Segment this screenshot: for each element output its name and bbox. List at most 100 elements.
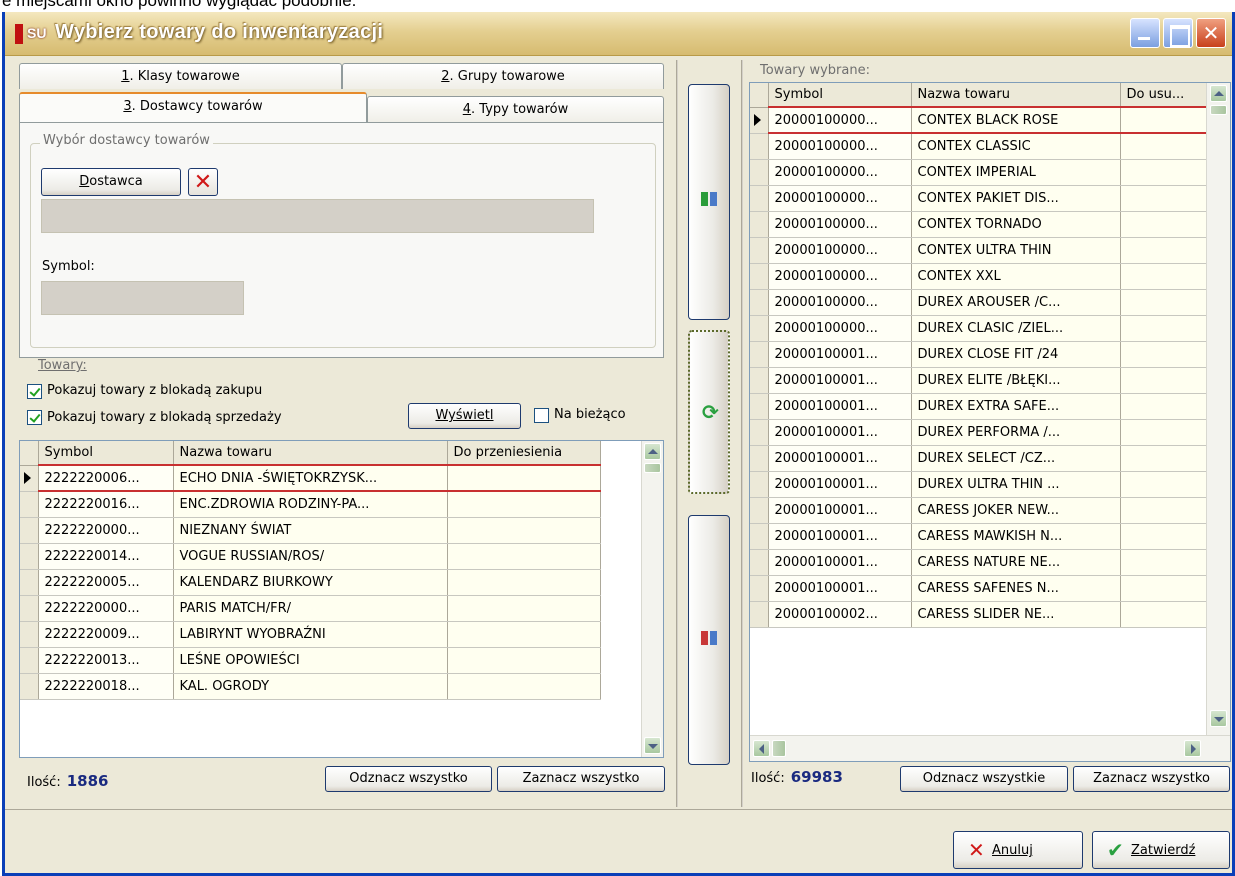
scroll-thumb[interactable] (772, 740, 786, 757)
products-grid[interactable]: Symbol Nazwa towaru Do przeniesienia 222… (19, 440, 664, 758)
scroll-left-icon[interactable] (753, 740, 770, 757)
table-row[interactable]: 20000100001... CARESS MAWKISH N... (750, 523, 1207, 550)
table-row[interactable]: 2222220005... KALENDARZ BIURKOWY (20, 569, 601, 596)
table-row[interactable]: 20000100001... DUREX SELECT /CZ... (750, 445, 1207, 472)
scroll-up-icon[interactable] (1210, 85, 1227, 102)
show-sale-locked-checkbox[interactable] (27, 410, 42, 425)
scroll-right-icon[interactable] (1184, 740, 1201, 757)
show-purchase-locked-label: Pokazuj towary z blokadą zakupu (47, 383, 263, 398)
cancel-button[interactable]: ✕ Anuluj (953, 831, 1083, 869)
row-indicator-header (20, 441, 39, 466)
table-row[interactable]: 20000100000... CONTEX TORNADO (750, 211, 1207, 238)
selected-vertical-scrollbar[interactable] (1206, 83, 1230, 735)
products-count-value: 1886 (66, 772, 109, 790)
close-button[interactable]: ✕ (1196, 18, 1226, 48)
left-divider (676, 60, 678, 807)
column-header-symbol[interactable]: Symbol (38, 441, 174, 466)
x-icon: ✕ (193, 170, 213, 195)
scroll-thumb[interactable] (644, 463, 661, 473)
selected-horizontal-scrollbar[interactable] (750, 735, 1230, 761)
window-title: Wybierz towary do inwentaryzacji (55, 21, 384, 43)
products-vertical-scrollbar[interactable] (641, 441, 663, 757)
check-icon: ✔ (1107, 838, 1124, 862)
table-row[interactable]: 20000100001... CARESS JOKER NEW... (750, 497, 1207, 524)
table-row[interactable]: 2222220009... LABIRYNT WYOBRAŹNI (20, 621, 601, 648)
swap-button[interactable]: ⟳ (688, 330, 730, 494)
scroll-down-icon[interactable] (644, 737, 661, 754)
tab-product-groups[interactable]: 2. Grupy towarowe (342, 63, 664, 89)
symbol-label: Symbol: (42, 259, 95, 274)
supplier-button[interactable]: Dostawca (41, 168, 181, 196)
move-right-icon (701, 191, 717, 207)
live-update-checkbox[interactable] (534, 408, 549, 423)
tab-product-types[interactable]: 4. Typy towarów (367, 96, 664, 122)
table-row[interactable]: 20000100002... CARESS SLIDER NE... (750, 601, 1207, 628)
column-header-name[interactable]: Nazwa towaru (911, 83, 1121, 108)
show-button[interactable]: Wyświetl (408, 403, 521, 429)
table-row[interactable]: 20000100000... CONTEX PAKIET DIS... (750, 185, 1207, 212)
supplier-tab-panel: Wybór dostawcy towarów Dostawca ✕ Symbol… (19, 122, 664, 358)
column-header-to-move[interactable]: Do przeniesienia (447, 441, 601, 466)
products-count: Ilość: 1886 (27, 772, 109, 790)
table-row[interactable]: 20000100001... DUREX CLOSE FIT /24 (750, 341, 1207, 368)
title-bar: SU Wybierz towary do inwentaryzacji ✕ (5, 12, 1232, 56)
table-row[interactable]: 20000100000... CONTEX ULTRA THIN (750, 237, 1207, 264)
scroll-thumb[interactable] (1210, 105, 1227, 115)
select-all-button[interactable]: Zaznacz wszystko (497, 766, 665, 792)
move-left-icon (701, 630, 717, 646)
clear-supplier-button[interactable]: ✕ (188, 168, 218, 196)
select-all-selected-button[interactable]: Zaznacz wszystko (1073, 766, 1230, 792)
table-row[interactable]: 20000100000... CONTEX CLASSIC (750, 133, 1207, 160)
minimize-button[interactable] (1130, 18, 1160, 48)
tab-suppliers[interactable]: 3. Dostawcy towarów (19, 92, 367, 122)
table-row[interactable]: 2222220013... LEŚNE OPOWIEŚCI (20, 647, 601, 674)
scroll-down-icon[interactable] (1210, 710, 1227, 727)
column-header-symbol[interactable]: Symbol (768, 83, 912, 108)
maximize-button[interactable] (1163, 18, 1193, 48)
table-row[interactable]: 20000100000... DUREX AROUSER /C... (750, 289, 1207, 316)
table-row[interactable]: 20000100001... CARESS SAFENES N... (750, 575, 1207, 602)
table-row[interactable]: 20000100001... DUREX EXTRA SAFE... (750, 393, 1207, 420)
selected-products-label: Towary wybrane: (757, 63, 873, 78)
right-divider (741, 60, 743, 807)
table-row[interactable]: 20000100001... DUREX ULTRA THIN ... (750, 471, 1207, 498)
move-left-button[interactable] (688, 515, 730, 765)
selected-products-grid[interactable]: Symbol Nazwa towaru Do usu... 2000010000… (749, 82, 1231, 762)
table-row[interactable]: 2222220000... PARIS MATCH/FR/ (20, 595, 601, 622)
selected-count: Ilość: 69983 (751, 768, 843, 786)
table-row[interactable]: 20000100000... CONTEX IMPERIAL (750, 159, 1207, 186)
table-row[interactable]: 2222220006... ECHO DNIA -ŚWIĘTOKRZYSK... (20, 464, 601, 492)
row-indicator-header (750, 83, 769, 108)
table-row[interactable]: 20000100001... CARESS NATURE NE... (750, 549, 1207, 576)
column-header-name[interactable]: Nazwa towaru (173, 441, 448, 466)
caption-text: e miejscami okno powinno wyglądać podobn… (2, 0, 357, 10)
show-purchase-locked-checkbox[interactable] (27, 384, 42, 399)
table-row[interactable]: 2222220014... VOGUE RUSSIAN/ROS/ (20, 543, 601, 570)
products-group-label: Towary: (35, 358, 90, 373)
column-header-to-remove[interactable]: Do usu... (1120, 83, 1207, 108)
table-row[interactable]: 20000100000... CONTEX BLACK ROSE (750, 106, 1207, 134)
table-row[interactable]: 2222220016... ENC.ZDROWIA RODZINY-PA... (20, 491, 601, 518)
refresh-icon: ⟳ (702, 400, 719, 424)
scroll-up-icon[interactable] (644, 443, 661, 460)
confirm-button[interactable]: ✔ Zatwierdź (1092, 831, 1230, 869)
selected-count-value: 69983 (790, 768, 843, 786)
table-row[interactable]: 2222220000... NIEZNANY ŚWIAT (20, 517, 601, 544)
table-row[interactable]: 20000100001... DUREX PERFORMA /... (750, 419, 1207, 446)
dialog-window: SU Wybierz towary do inwentaryzacji ✕ 1.… (2, 12, 1235, 876)
supplier-name-field (41, 199, 594, 233)
table-row[interactable]: 20000100000... CONTEX XXL (750, 263, 1207, 290)
deselect-all-button[interactable]: Odznacz wszystko (325, 766, 492, 792)
footer-divider (5, 809, 1232, 810)
table-row[interactable]: 20000100000... DUREX CLASIC /ZIEL... (750, 315, 1207, 342)
deselect-all-selected-button[interactable]: Odznacz wszystkie (900, 766, 1068, 792)
caption-strip: e miejscami okno powinno wyglądać podobn… (0, 0, 1235, 12)
x-icon: ✕ (968, 838, 985, 862)
table-row[interactable]: 20000100001... DUREX ELITE /BŁĘKI... (750, 367, 1207, 394)
symbol-field (41, 281, 244, 315)
current-row-icon (24, 472, 31, 484)
table-row[interactable]: 2222220018... KAL. OGRODY (20, 673, 601, 700)
move-right-button[interactable] (688, 84, 730, 320)
show-sale-locked-label: Pokazuj towary z blokadą sprzedaży (47, 410, 282, 425)
tab-product-classes[interactable]: 1. Klasy towarowe (19, 63, 342, 89)
